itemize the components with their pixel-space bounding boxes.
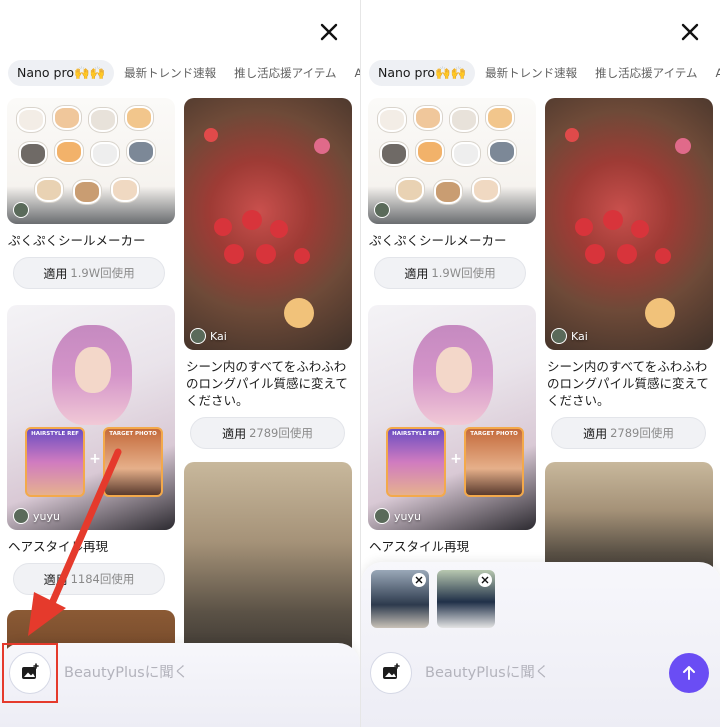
plus-icon: + [450, 451, 462, 467]
tab-latest-trends[interactable]: 最新トレンド速報 [485, 60, 577, 86]
author-name: Kai [210, 329, 227, 343]
usage-count: 1.9W回使用 [70, 266, 135, 280]
author-name: yuyu [394, 509, 421, 523]
cake-card-image[interactable]: Kai [184, 98, 352, 350]
usage-count: 1.9W回使用 [431, 266, 496, 280]
send-button[interactable] [669, 653, 709, 693]
sticker-apply-button[interactable]: 適用 1.9W回使用 [374, 257, 526, 289]
hair-card-title: ヘアスタイル再現 [8, 539, 109, 554]
author-tag: Kai [551, 328, 588, 344]
chat-input[interactable] [425, 659, 655, 687]
close-icon [681, 23, 699, 41]
cake-card-title: シーン内のすべてをふわふわのロングパイル質感に変えてください。 [547, 359, 709, 408]
avatar [190, 328, 206, 344]
sticker-card-image[interactable] [7, 98, 175, 224]
avatar [13, 202, 29, 218]
ref-tag: HAIRSTYLE REF [31, 431, 79, 437]
author-tag: Kai [190, 328, 227, 344]
arrow-up-icon [683, 666, 695, 680]
close-button[interactable] [676, 18, 704, 46]
target-tag: TARGET PHOTO [109, 431, 157, 437]
close-icon [320, 23, 338, 41]
usage-count: 1184回使用 [70, 572, 135, 586]
author-tag [13, 202, 29, 218]
remove-image-button[interactable] [478, 573, 492, 587]
hair-card-title: ヘアスタイル再現 [369, 539, 470, 554]
chat-bar [361, 562, 720, 727]
highlight-box [2, 643, 58, 703]
category-tabs: Nano pro🙌🙌 最新トレンド速報 推し活応援アイテム AI [8, 60, 360, 86]
hair-card-image[interactable]: HAIRSTYLE REF TARGET PHOTO + yuyu [368, 305, 536, 530]
apply-label: 適用 [43, 266, 68, 281]
hairstyle-ref-card: HAIRSTYLE REF [386, 427, 446, 497]
tab-oshi-items[interactable]: 推し活応援アイテム [234, 60, 336, 86]
cake-apply-button[interactable]: 適用 2789回使用 [190, 417, 345, 449]
usage-count: 2789回使用 [610, 426, 674, 440]
close-icon [415, 576, 423, 584]
author-name: yuyu [33, 509, 60, 523]
plus-icon: + [89, 451, 101, 467]
usage-count: 2789回使用 [249, 426, 313, 440]
tab-oshi-items[interactable]: 推し活応援アイテム [595, 60, 697, 86]
avatar [374, 202, 390, 218]
author-tag: yuyu [13, 508, 60, 524]
target-tag: TARGET PHOTO [470, 431, 518, 437]
model-face [75, 347, 111, 393]
hair-apply-button[interactable]: 適用 1184回使用 [13, 563, 165, 595]
author-tag [374, 202, 390, 218]
cake-card-image[interactable]: Kai [545, 98, 713, 350]
tab-ai[interactable]: AI [716, 60, 720, 86]
model-face [436, 347, 472, 393]
attached-image-thumbnail[interactable] [437, 570, 495, 628]
ref-tag: HAIRSTYLE REF [392, 431, 440, 437]
chat-input[interactable] [64, 659, 324, 687]
apply-label: 適用 [43, 572, 68, 587]
avatar [374, 508, 390, 524]
sticker-card-title: ぷくぷくシールメーカー [8, 233, 146, 248]
attached-image-thumbnail[interactable] [371, 570, 429, 628]
author-name: Kai [571, 329, 588, 343]
sticker-card-title: ぷくぷくシールメーカー [369, 233, 507, 248]
sticker-card-image[interactable] [368, 98, 536, 224]
author-tag: yuyu [374, 508, 421, 524]
hairstyle-ref-card: HAIRSTYLE REF [25, 427, 85, 497]
cake-apply-button[interactable]: 適用 2789回使用 [551, 417, 706, 449]
target-photo-card: TARGET PHOTO [464, 427, 524, 497]
close-icon [481, 576, 489, 584]
image-upload-button[interactable] [370, 652, 412, 694]
street-card-image[interactable] [184, 462, 352, 662]
remove-image-button[interactable] [412, 573, 426, 587]
target-photo-card: TARGET PHOTO [103, 427, 163, 497]
hair-card-image[interactable]: HAIRSTYLE REF TARGET PHOTO + yuyu [7, 305, 175, 530]
apply-label: 適用 [583, 426, 608, 441]
cake-card-title: シーン内のすべてをふわふわのロングパイル質感に変えてください。 [186, 359, 348, 408]
sticker-apply-button[interactable]: 適用 1.9W回使用 [13, 257, 165, 289]
tab-nano-pro[interactable]: Nano pro🙌🙌 [8, 60, 115, 86]
tab-latest-trends[interactable]: 最新トレンド速報 [124, 60, 216, 86]
left-screen: Nano pro🙌🙌 最新トレンド速報 推し活応援アイテム AI ぷくぷくシール… [0, 0, 360, 727]
category-tabs: Nano pro🙌🙌 最新トレンド速報 推し活応援アイテム AI [369, 60, 720, 86]
image-add-icon [383, 663, 400, 679]
close-button[interactable] [315, 18, 343, 46]
avatar [13, 508, 29, 524]
apply-label: 適用 [222, 426, 247, 441]
avatar [551, 328, 567, 344]
tab-nano-pro[interactable]: Nano pro🙌🙌 [369, 60, 476, 86]
apply-label: 適用 [404, 266, 429, 281]
right-screen: Nano pro🙌🙌 最新トレンド速報 推し活応援アイテム AI ぷくぷくシール… [360, 0, 720, 727]
